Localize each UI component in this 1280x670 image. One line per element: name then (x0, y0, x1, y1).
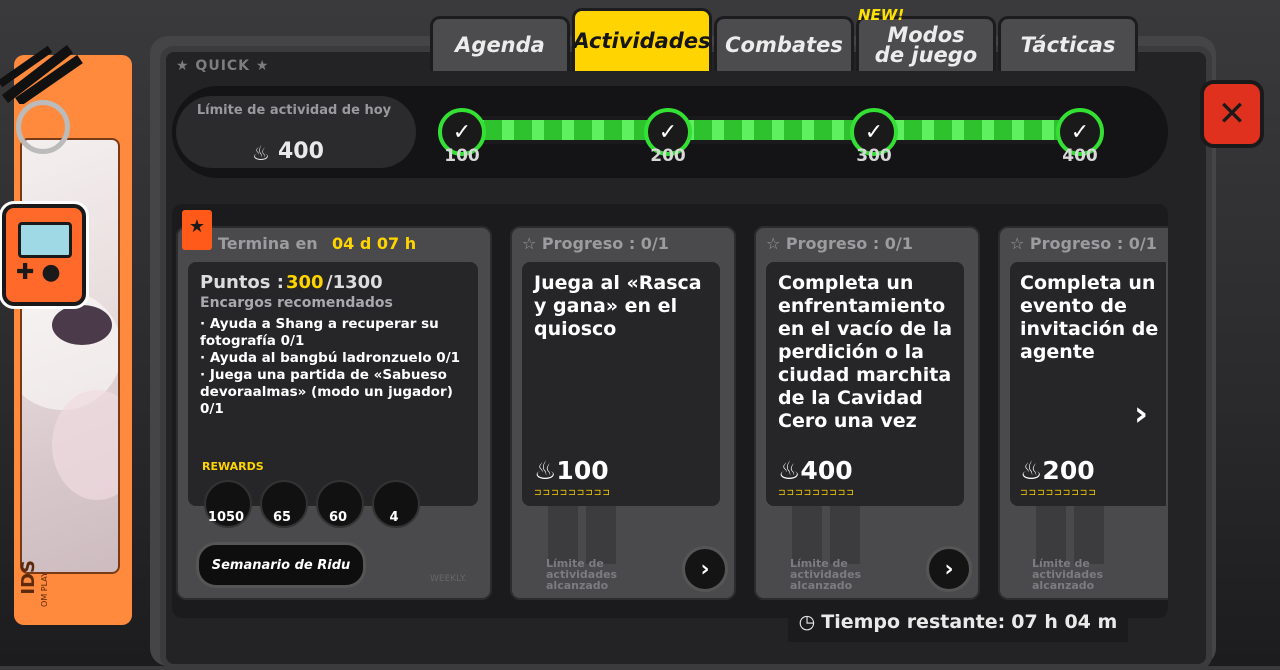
task-title: Completa un enfrentamiento en el vacío d… (778, 272, 953, 432)
close-button[interactable]: ✕ (1200, 80, 1264, 148)
task-title: Completa un evento de invitación de agen… (1020, 272, 1159, 363)
quick-label: ★ QUICK ★ (176, 58, 270, 74)
ends-label: Termina en (218, 234, 318, 253)
weekly-button[interactable]: Semanario de Ridu (196, 542, 366, 588)
progress-label: ☆ Progreso : 0/1 (522, 234, 669, 253)
progress-text: Progreso : 0/1 (541, 234, 669, 253)
points-total: /1300 (326, 272, 383, 293)
chevron-right-icon: › (700, 556, 710, 582)
tab-tacticas[interactable]: Tácticas (998, 16, 1138, 71)
clock-icon: ◷ (798, 611, 816, 633)
star-flag-icon: ★ (182, 210, 212, 250)
card-bars (586, 506, 616, 564)
tab-agenda[interactable]: Agenda (430, 16, 570, 71)
tab-combates[interactable]: Combates (714, 16, 854, 71)
ends-value: 04 d 07 h (332, 234, 417, 253)
task-points: ♨100 (534, 456, 609, 485)
points-current: 300 (286, 272, 324, 293)
side-label: IDS (18, 560, 39, 595)
daily-limit-label: Límite de actividad de hoy (196, 103, 392, 118)
recommended-label: Encargos recomendados (200, 295, 393, 311)
progress-text: Progreso : 0/1 (1029, 234, 1157, 253)
tab-combates-label: Combates (725, 33, 843, 57)
daily-limit-value: 400 (278, 139, 324, 164)
milestone-value: 100 (444, 146, 480, 166)
tab-tacticas-label: Tácticas (1020, 33, 1116, 57)
progress-fill (454, 120, 1086, 140)
card-bars (1074, 506, 1104, 564)
remaining-value: 07 h 04 m (1011, 611, 1118, 633)
points-label: Puntos : (200, 272, 284, 293)
reward-count: 4 (389, 510, 399, 525)
task-list: · Ayuda a Shang a recuperar su fotografí… (200, 316, 470, 418)
tab-modos-label: Modos de juego (874, 23, 978, 67)
reward-count: 65 (272, 510, 292, 525)
reward-dots: ⊐⊐⊐⊐⊐⊐⊐⊐⊐ (534, 488, 611, 498)
new-badge: NEW! (858, 6, 905, 24)
tab-agenda-label: Agenda (455, 33, 545, 57)
remaining-label: Tiempo restante: (821, 611, 1006, 633)
progress-label: ☆ Progreso : 0/1 (1010, 234, 1157, 253)
keyring-icon (16, 100, 70, 154)
tab-actividades[interactable]: Actividades (572, 8, 712, 71)
task-points-value: 400 (800, 456, 853, 485)
task-points-value: 200 (1042, 456, 1095, 485)
task-points-value: 100 (556, 456, 609, 485)
side-small-label: OM PLAY (40, 572, 49, 607)
tab-modos-de-juego[interactable]: Modos de juego (856, 16, 996, 71)
card-bars (548, 506, 578, 564)
task-item: · Ayuda a Shang a recuperar su fotografí… (200, 316, 439, 349)
remaining-time: ◷ Tiempo restante: 07 h 04 m (788, 602, 1128, 642)
next-button[interactable]: › (926, 546, 972, 592)
task-title: Juega al «Rasca y gana» en el quiosco (534, 272, 702, 340)
card-bars (830, 506, 860, 564)
reward-count: 60 (328, 510, 348, 525)
reward-count: 1050 (207, 510, 245, 525)
rewards-label: REWARDS (202, 460, 264, 473)
milestone-value: 200 (650, 146, 686, 166)
card-bars (792, 506, 822, 564)
reward-dots: ⊐⊐⊐⊐⊐⊐⊐⊐⊐ (1020, 488, 1097, 498)
scroll-right-icon[interactable]: › (1134, 394, 1148, 434)
limit-reached-text: Límite de actividades alcanzado (546, 557, 618, 592)
task-item: · Ayuda al bangbú ladronzuelo 0/1 (200, 350, 461, 366)
weekly-tag: WEEKLY. (430, 574, 467, 584)
next-button[interactable]: › (682, 546, 728, 592)
task-item: · Juega una partida de «Sabueso devoraal… (200, 367, 453, 417)
handheld-console-icon[interactable]: ✚ ● (2, 204, 86, 306)
milestone-value: 400 (1062, 146, 1098, 166)
limit-reached-text: Límite de actividades alcanzado (790, 557, 862, 592)
tab-actividades-label: Actividades (573, 29, 711, 53)
task-points: ♨400 (778, 456, 853, 485)
close-icon: ✕ (1217, 94, 1247, 134)
chevron-right-icon: › (944, 556, 954, 582)
flame-icon: ♨ (252, 141, 270, 165)
milestone-value: 300 (856, 146, 892, 166)
task-points: ♨200 (1020, 456, 1095, 485)
clip-decoration (0, 45, 83, 104)
reward-dots: ⊐⊐⊐⊐⊐⊐⊐⊐⊐ (778, 488, 855, 498)
limit-reached-text: Límite de actividades alcanzado (1032, 557, 1104, 592)
progress-label: ☆ Progreso : 0/1 (766, 234, 913, 253)
card-bars (1036, 506, 1066, 564)
progress-text: Progreso : 0/1 (785, 234, 913, 253)
